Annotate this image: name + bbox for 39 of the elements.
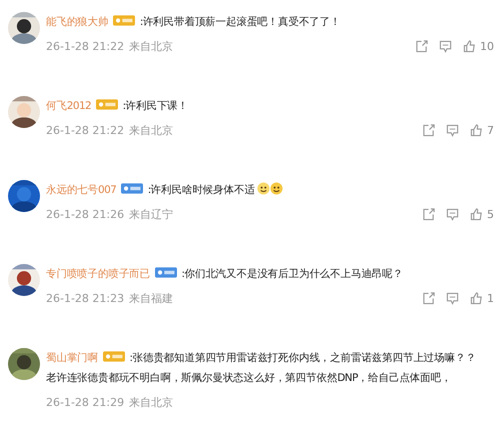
comment-icon[interactable] [439,40,452,53]
thumbs-up-icon[interactable] [470,292,483,305]
like-count: 10 [480,40,494,53]
comment-icon[interactable] [446,208,459,221]
share-icon[interactable] [422,208,435,221]
thumbs-up-icon[interactable] [463,40,476,53]
comment-icon[interactable] [446,292,459,305]
user-name[interactable]: 何飞2012 [46,100,92,112]
comment-location: 来自福建 [129,291,174,306]
share-icon[interactable] [415,40,428,53]
user-name[interactable]: 能飞的狼大帅 [46,16,108,28]
comment-time: 26-1-28 21:22 [46,124,124,137]
comment-time: 26-1-28 21:29 [46,396,124,409]
like-count: 7 [487,124,494,137]
user-name[interactable]: 专门喷喷子的喷子而已 [46,268,150,280]
comment-icon[interactable] [446,124,459,137]
comment-text: :许利民下课！ [122,100,188,112]
emoji-icon [257,182,270,195]
comment-location: 来自北京 [129,39,174,54]
thumbs-up-icon[interactable] [470,124,483,137]
comment-time: 26-1-28 21:26 [46,208,124,221]
comment-location: 来自北京 [129,123,174,138]
like-count: 5 [487,208,494,221]
user-name[interactable]: 永远的七号007 [46,184,116,196]
comment-text: :许利民带着顶薪一起滚蛋吧！真受不了了！ [140,16,340,28]
comment-time: 26-1-28 21:22 [46,40,124,53]
thumbs-up-icon[interactable] [470,208,483,221]
share-icon[interactable] [422,292,435,305]
comment-location: 来自辽宁 [129,207,174,222]
like-count: 1 [487,292,494,305]
comment-text: 老许连张德贵都玩不明白啊，斯佩尔曼状态这么好，第四节依然DNP，给自己点体面吧， [46,372,452,384]
comment-time: 26-1-28 21:23 [46,292,124,305]
share-icon[interactable] [422,124,435,137]
comment-text: :许利民啥时候身体不适 [148,184,255,196]
comment-text: :张德贵都知道第四节用雷诺兹打死你内线，之前雷诺兹第四节上过场嘛？？ [130,352,476,364]
user-name[interactable]: 蜀山掌门啊 [46,352,98,364]
emoji-icon [270,182,284,195]
comment-text: :你们北汽又不是没有后卫为什么不上马迪昂呢？ [182,268,403,280]
comment-location: 来自北京 [129,395,174,410]
